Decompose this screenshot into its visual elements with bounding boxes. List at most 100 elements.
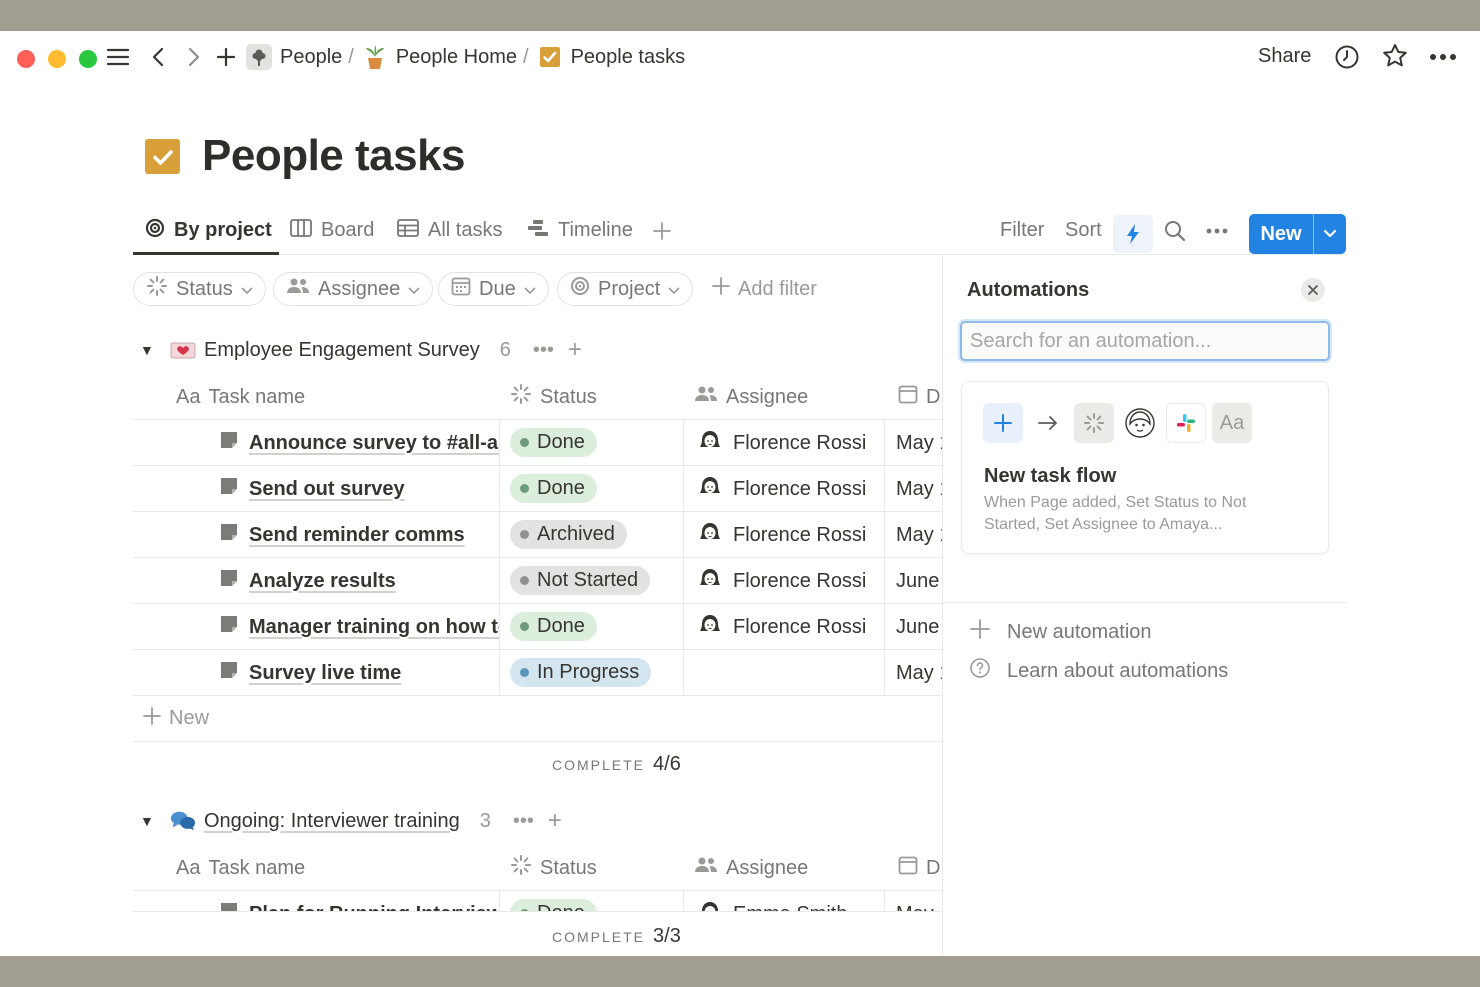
automation-card[interactable]: Aa New task flow When Page added, Set St… xyxy=(961,381,1329,554)
column-header-status[interactable]: Status xyxy=(510,374,597,420)
assignee-name: Florence Rossi xyxy=(733,523,867,546)
filter-chip-status[interactable]: Status xyxy=(133,272,266,306)
status-pill[interactable]: Done xyxy=(510,612,597,641)
star-icon[interactable] xyxy=(1381,42,1409,70)
assignee-cell[interactable]: Florence Rossi xyxy=(699,512,866,558)
group-title[interactable]: Employee Engagement Survey xyxy=(204,339,480,362)
column-header-task-name[interactable]: Aa Task name xyxy=(176,845,305,891)
back-arrow-icon[interactable] xyxy=(144,43,172,71)
due-date-cell[interactable]: May 1 xyxy=(896,420,942,466)
group-more-icon[interactable]: ••• xyxy=(533,339,554,362)
task-name[interactable]: Survey live time xyxy=(249,662,401,685)
due-date-cell[interactable]: June xyxy=(896,604,942,650)
new-automation-button[interactable]: New automation xyxy=(969,617,1152,647)
assignee-cell[interactable]: Florence Rossi xyxy=(699,420,866,466)
close-icon[interactable] xyxy=(1301,278,1325,302)
window-zoom-button[interactable] xyxy=(79,50,97,68)
table-row[interactable]: Analyze results Not Started Florence Rossi… xyxy=(133,558,942,604)
window-minimize-button[interactable] xyxy=(48,50,66,68)
task-name[interactable]: Analyze results xyxy=(249,570,396,593)
column-header-status[interactable]: Status xyxy=(510,845,597,891)
view-more-icon[interactable] xyxy=(1206,207,1228,254)
status-pill[interactable]: Not Started xyxy=(510,566,651,595)
new-row-button[interactable]: New xyxy=(133,696,942,742)
column-header-task-name[interactable]: Aa Task name xyxy=(176,374,305,420)
assignee-cell[interactable]: Florence Rossi xyxy=(699,558,866,604)
sort-button[interactable]: Sort xyxy=(1065,207,1102,254)
automations-title: Automations xyxy=(967,279,1090,301)
filter-button[interactable]: Filter xyxy=(1000,207,1044,254)
status-pill[interactable]: Done xyxy=(510,474,597,503)
task-name-cell[interactable]: Survey live time xyxy=(219,650,499,696)
collapse-triangle-icon[interactable]: ▼ xyxy=(140,813,160,829)
breadcrumb-people[interactable]: People xyxy=(246,44,342,70)
add-view-plus-icon[interactable] xyxy=(653,207,671,254)
task-name[interactable]: Announce survey to #all-an xyxy=(249,432,499,455)
filter-chip-assignee[interactable]: Assignee xyxy=(273,272,434,306)
task-name-cell[interactable]: Send reminder comms xyxy=(219,512,499,558)
column-label: D xyxy=(926,385,941,408)
new-button[interactable]: New xyxy=(1249,214,1346,254)
page-title[interactable]: People tasks xyxy=(202,131,466,181)
task-name-cell[interactable]: Analyze results xyxy=(219,558,499,604)
status-dot xyxy=(520,576,529,585)
task-name-cell[interactable]: Announce survey to #all-an xyxy=(219,420,499,466)
assignee-cell[interactable]: Florence Rossi xyxy=(699,604,866,650)
task-name[interactable]: Send out survey xyxy=(249,478,405,501)
table-row[interactable]: Survey live time In Progress May 1 xyxy=(133,650,942,696)
cell-divider xyxy=(884,512,885,558)
clock-history-icon[interactable] xyxy=(1333,43,1361,71)
tab-timeline[interactable]: Timeline xyxy=(527,207,633,254)
learn-automations-link[interactable]: Learn about automations xyxy=(969,656,1228,686)
breadcrumb-people-tasks[interactable]: People tasks xyxy=(537,44,685,70)
assignee-name: Florence Rossi xyxy=(733,431,867,454)
tab-board[interactable]: Board xyxy=(290,207,374,254)
sidebar-menu-icon[interactable] xyxy=(104,43,132,71)
column-header-assignee[interactable]: Assignee xyxy=(694,374,808,420)
status-pill[interactable]: In Progress xyxy=(510,658,652,687)
task-name[interactable]: Manager training on how to xyxy=(249,616,499,639)
tab-all-tasks[interactable]: All tasks xyxy=(397,207,502,254)
column-header-assignee[interactable]: Assignee xyxy=(694,845,808,891)
task-name[interactable]: Send reminder comms xyxy=(249,524,465,547)
due-date-cell[interactable]: June xyxy=(896,558,942,604)
share-button[interactable]: Share xyxy=(1258,45,1311,68)
page-doc-icon xyxy=(219,522,239,548)
filter-chip-due[interactable]: Due xyxy=(438,272,549,306)
assignee-cell[interactable]: Florence Rossi xyxy=(699,466,866,512)
search-icon[interactable] xyxy=(1164,207,1186,254)
table-row[interactable]: Send reminder comms Archived Florence Ross… xyxy=(133,512,942,558)
due-date-cell[interactable]: May 1 xyxy=(896,466,942,512)
page-checkbox-icon[interactable] xyxy=(145,139,180,174)
new-page-plus-icon[interactable] xyxy=(212,43,240,71)
complete-label: COMPLETE xyxy=(552,757,646,773)
task-name-cell[interactable]: Send out survey xyxy=(219,466,499,512)
group-add-plus-icon[interactable]: + xyxy=(568,336,582,364)
status-icon xyxy=(510,383,532,411)
forward-arrow-icon[interactable] xyxy=(180,43,208,71)
column-header-due[interactable]: D xyxy=(898,374,940,420)
due-date-cell[interactable]: May 1 xyxy=(896,512,942,558)
calendar-icon xyxy=(451,276,471,302)
collapse-triangle-icon[interactable]: ▼ xyxy=(140,342,160,358)
automations-bolt-icon[interactable] xyxy=(1113,215,1153,253)
due-date-cell[interactable]: May 1 xyxy=(896,650,942,696)
group-add-plus-icon[interactable]: + xyxy=(548,807,562,835)
status-pill[interactable]: Done xyxy=(510,428,597,457)
group-title[interactable]: Ongoing: Interviewer training xyxy=(204,810,460,833)
more-options-icon[interactable] xyxy=(1429,43,1457,71)
table-row[interactable]: Announce survey to #all-an Done Florence R… xyxy=(133,420,942,466)
column-header-due[interactable]: D xyxy=(898,845,940,891)
breadcrumb-people-home[interactable]: People Home xyxy=(362,44,517,70)
automation-search-input[interactable] xyxy=(960,321,1330,361)
tab-by-project[interactable]: By project xyxy=(145,207,272,254)
chevron-down-icon[interactable] xyxy=(1314,229,1346,239)
group-more-icon[interactable]: ••• xyxy=(513,810,534,833)
task-name-cell[interactable]: Manager training on how to xyxy=(219,604,499,650)
table-row[interactable]: Send out survey Done Florence Rossi May 1 xyxy=(133,466,942,512)
add-filter-button[interactable]: Add filter xyxy=(712,272,817,306)
window-close-button[interactable] xyxy=(17,50,35,68)
table-row[interactable]: Manager training on how to Done Florence R… xyxy=(133,604,942,650)
filter-chip-project[interactable]: Project xyxy=(557,272,694,306)
status-pill[interactable]: Archived xyxy=(510,520,627,549)
